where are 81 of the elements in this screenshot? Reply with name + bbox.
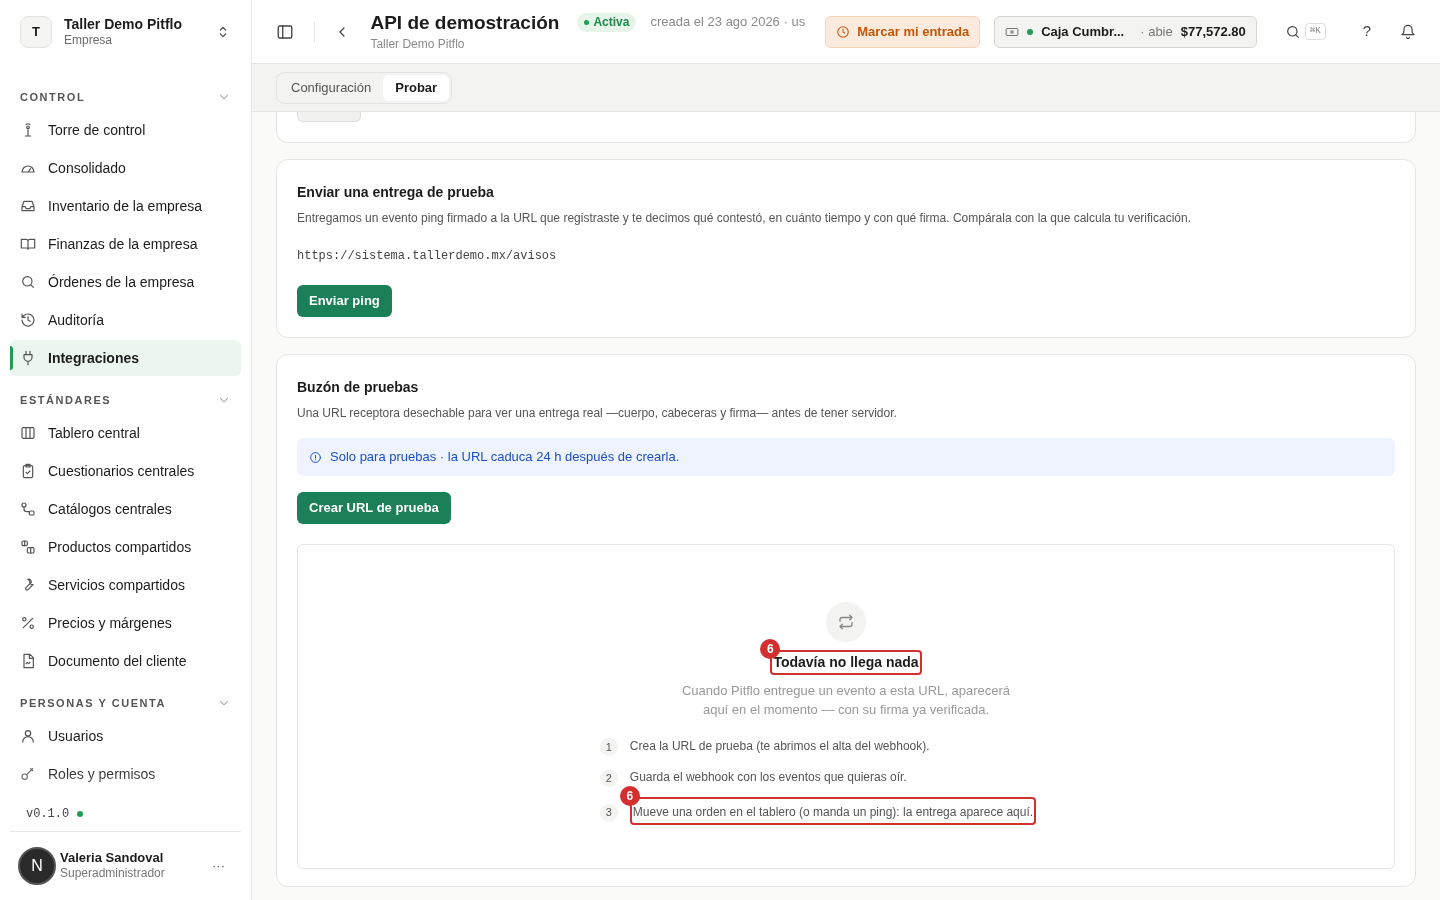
status-badge: Activa xyxy=(577,13,637,32)
history-icon xyxy=(20,312,36,328)
org-switcher[interactable]: T Taller Demo Pitflo Empresa xyxy=(0,0,251,64)
sidebar-icon xyxy=(276,22,294,41)
section-header[interactable]: PERSONAS Y CUENTA xyxy=(0,688,251,718)
user-role: Superadministrador xyxy=(60,866,166,882)
step-text: Crea la URL de prueba (te abrimos el alta del webhook). xyxy=(629,737,930,755)
percent-icon xyxy=(20,615,36,631)
org-avatar: T xyxy=(20,16,52,48)
bell-icon xyxy=(1400,23,1416,40)
webhook-url: https://sistema.tallerdemo.mx/avisos xyxy=(297,248,558,265)
created-meta: creada el 23 ago 2026 · us xyxy=(650,14,806,31)
send-ping-button[interactable]: Enviar ping xyxy=(297,285,392,317)
book-icon xyxy=(20,236,36,252)
nav-item[interactable]: Finanzas de la empresa xyxy=(10,226,241,262)
help-button[interactable]: ? xyxy=(1361,20,1372,43)
marker-badge: 6 xyxy=(619,786,640,806)
nav-item[interactable]: Documento del cliente xyxy=(10,643,241,679)
nav-item[interactable]: Roles y permisos xyxy=(10,756,241,792)
tab[interactable]: Probar xyxy=(383,74,450,101)
nav-item[interactable]: Servicios compartidos xyxy=(10,567,241,603)
nav-item[interactable]: Precios y márgenes xyxy=(10,605,241,641)
step-number: 2 xyxy=(599,769,618,787)
person-icon xyxy=(20,728,36,744)
nav-item[interactable]: Productos compartidos xyxy=(10,529,241,565)
register-state: · abie xyxy=(1140,22,1173,41)
nav-item[interactable]: Consolidado xyxy=(10,150,241,186)
nav-item[interactable]: Tablero central xyxy=(10,415,241,451)
nav-item[interactable]: Inventario de la empresa xyxy=(10,188,241,224)
register-amount: $77,572.80 xyxy=(1180,22,1246,41)
nav-item[interactable]: Integraciones xyxy=(10,340,241,376)
empty-state-description: Cuando Pitflo entregue un evento a esta URL, aparecerá aquí en el momento — con su firma ya verificada. xyxy=(680,682,1012,719)
more-button[interactable]: ··· xyxy=(204,855,233,876)
step-text: Mueve una orden en el tablero (o manda un ping): la entrega aparece aquí. xyxy=(632,805,1034,819)
card-description: Una URL receptora desechable para ver una entrega real —cuerpo, cabeceras y firma— antes de tener servidor. xyxy=(297,405,898,422)
version-label: v0.1.0 xyxy=(26,806,70,823)
empty-state-title: Todavía no llega nada xyxy=(773,653,919,672)
nav-item[interactable]: Torre de control xyxy=(10,112,241,148)
org-type: Empresa xyxy=(64,33,114,49)
nav-item[interactable]: Órdenes de la empresa xyxy=(10,264,241,300)
nav-item[interactable]: Catálogos centrales xyxy=(10,491,241,527)
card-description: Entregamos un evento ping firmado a la URL que registraste y te decimos qué contestó, en cuánto tiempo y con qué firma. Compárala con la que calcula tu verificación. xyxy=(297,210,1193,227)
nav-item[interactable]: Usuarios xyxy=(10,718,241,754)
org-name: Taller Demo Pitflo xyxy=(64,15,183,34)
section-header[interactable]: ESTÁNDARES xyxy=(0,385,251,415)
user-avatar: N xyxy=(18,846,56,885)
nav-item[interactable]: Auditoría xyxy=(10,302,241,338)
page-subtitle: Taller Demo Pitflo xyxy=(370,37,466,53)
tab[interactable]: Configuración xyxy=(279,74,384,101)
step-number: 1 xyxy=(599,738,618,756)
inbox-icon xyxy=(20,198,36,214)
register-name: Caja Cumbr... xyxy=(1041,22,1125,41)
section-title: CONTROL xyxy=(20,89,86,105)
banner-text: Solo para pruebas · la URL caduca 24 h después de crearla. xyxy=(330,448,680,467)
clock-icon xyxy=(836,24,851,39)
page-title: API de demostración xyxy=(370,10,560,35)
user-name: Valeria Sandoval xyxy=(60,849,165,867)
step-number: 3 xyxy=(599,803,618,822)
arrows-swap-icon xyxy=(837,613,855,631)
step-text: Guarda el webhook con los eventos que quieras oír. xyxy=(629,768,907,786)
active-indicator xyxy=(10,346,13,370)
nav-item[interactable]: Cuestionarios centrales xyxy=(10,453,241,489)
card-title: Buzón de pruebas xyxy=(297,378,420,397)
route-icon xyxy=(20,501,36,517)
key-icon xyxy=(20,766,36,782)
columns-icon xyxy=(20,425,36,441)
clipboard-check-icon xyxy=(20,463,36,479)
document-icon xyxy=(20,653,36,669)
search-icon xyxy=(1284,23,1301,40)
shortcut-key: ⌘K xyxy=(1304,22,1326,41)
blocks-icon xyxy=(20,539,36,555)
clock-in-button[interactable]: Marcar mi entrada xyxy=(825,15,981,48)
cash-register-button[interactable]: Caja Cumbr... · abie $77,572.80 xyxy=(994,15,1257,48)
section-title: ESTÁNDARES xyxy=(20,392,112,408)
section-header[interactable]: CONTROL xyxy=(0,82,251,112)
card-title: Enviar una entrega de prueba xyxy=(297,183,495,202)
search-icon xyxy=(20,274,36,290)
plug-icon xyxy=(20,350,36,366)
info-icon xyxy=(309,450,322,464)
section-title: PERSONAS Y CUENTA xyxy=(20,695,166,711)
create-url-button[interactable]: Crear URL de prueba xyxy=(297,492,451,524)
